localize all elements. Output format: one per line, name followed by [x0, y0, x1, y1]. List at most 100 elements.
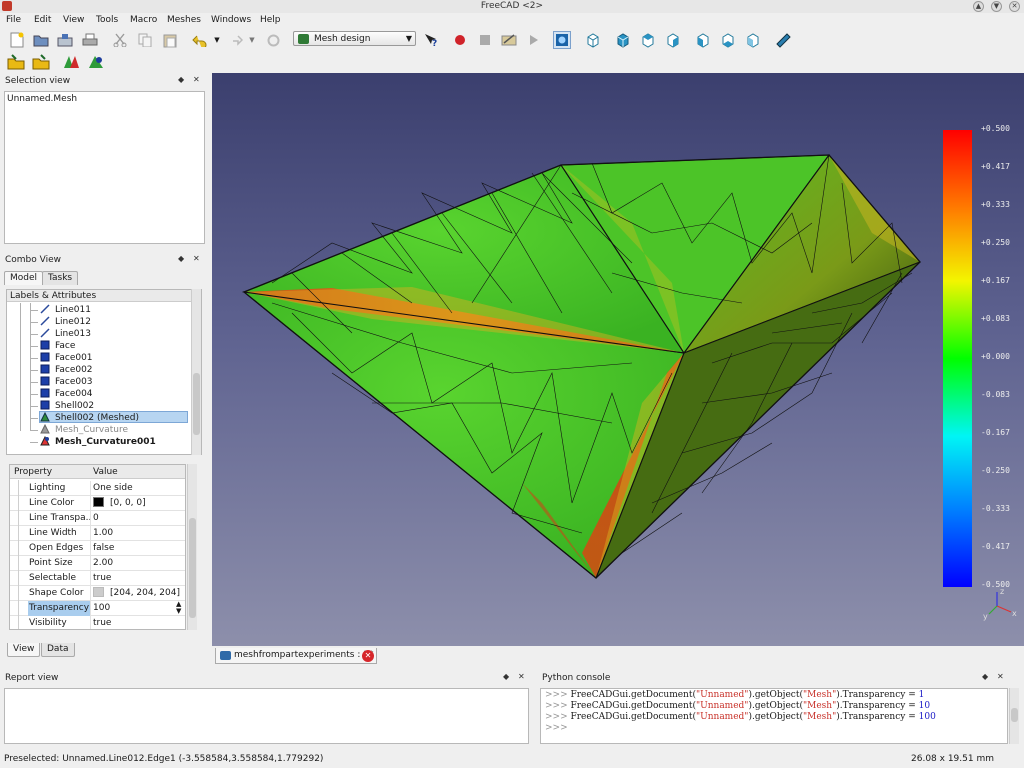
- property-row-open-edges[interactable]: Open Edges false: [10, 541, 185, 556]
- tab-view[interactable]: View: [7, 643, 41, 657]
- curvature-info-icon[interactable]: [87, 53, 105, 71]
- report-view-close-button[interactable]: ✕: [518, 672, 525, 681]
- tab-model[interactable]: Model: [4, 271, 44, 285]
- menu-view[interactable]: View: [63, 15, 84, 25]
- macro-stop-icon[interactable]: [476, 31, 494, 49]
- property-row-selectable[interactable]: Selectable true: [10, 571, 185, 586]
- paste-icon[interactable]: [161, 31, 179, 49]
- property-scroll-thumb[interactable]: [189, 518, 196, 618]
- menu-edit[interactable]: Edit: [34, 15, 51, 25]
- axonometric-view-icon[interactable]: [584, 31, 602, 49]
- menu-file[interactable]: File: [6, 15, 21, 25]
- macro-edit-icon[interactable]: [500, 31, 518, 49]
- property-row-line-color[interactable]: Line Color [0, 0, 0]: [10, 496, 185, 511]
- top-view-icon[interactable]: [639, 31, 657, 49]
- console-scrollbar[interactable]: [1009, 688, 1019, 744]
- property-row-lighting[interactable]: Lighting One side: [10, 481, 185, 496]
- right-view-icon[interactable]: [664, 31, 682, 49]
- refresh-icon[interactable]: [264, 31, 282, 49]
- window-close-button[interactable]: ✕: [1009, 1, 1020, 12]
- tree-item-shell002-meshed[interactable]: Shell002 (Meshed): [39, 411, 188, 423]
- window-shade-button[interactable]: ▲: [973, 1, 984, 12]
- left-view-icon[interactable]: [744, 31, 762, 49]
- console-scroll-thumb[interactable]: [1011, 708, 1018, 722]
- whats-this-icon[interactable]: ?: [422, 31, 440, 49]
- property-row-transparency[interactable]: Transparency 100 ▲ ▼: [10, 601, 185, 616]
- tree-item-line012[interactable]: Line012: [40, 316, 91, 328]
- property-row-visibility[interactable]: Visibility true: [10, 616, 185, 629]
- spinbox-arrows-icon[interactable]: ▲ ▼: [176, 601, 181, 615]
- document-tab[interactable]: meshfrompartexperiments : 1* ✕: [215, 648, 377, 664]
- export-mesh-icon[interactable]: [32, 53, 50, 71]
- import-mesh-icon[interactable]: [7, 53, 25, 71]
- 3d-viewport[interactable]: x y z: [212, 73, 1024, 646]
- property-row-shape-color[interactable]: Shape Color [204, 204, 204]: [10, 586, 185, 601]
- python-console-close-button[interactable]: ✕: [997, 672, 1004, 681]
- selection-view-close-button[interactable]: ✕: [193, 75, 200, 84]
- combo-view-float-button[interactable]: ◆: [178, 254, 184, 263]
- chevron-down-icon: ▼: [405, 34, 412, 43]
- macro-run-icon[interactable]: [525, 31, 543, 49]
- tab-data[interactable]: Data: [41, 643, 75, 657]
- tree-item-line013[interactable]: Line013: [40, 328, 91, 340]
- property-row-line-width[interactable]: Line Width 1.00: [10, 526, 185, 541]
- python-console-panel[interactable]: >>> FreeCADGui.getDocument("Unnamed").ge…: [540, 688, 1008, 744]
- console-line: >>> FreeCADGui.getDocument("Unnamed").ge…: [545, 690, 925, 700]
- window-maximize-button[interactable]: ▼: [991, 1, 1002, 12]
- copy-icon[interactable]: [136, 31, 154, 49]
- mesh-render[interactable]: x y z: [212, 73, 1024, 646]
- tree-item-line011[interactable]: Line011: [40, 304, 91, 316]
- cube-icon: [40, 364, 50, 374]
- tree-item-mesh-curvature[interactable]: Mesh_Curvature: [40, 423, 128, 436]
- tree-item-mesh-curvature001[interactable]: Mesh_Curvature001: [40, 435, 156, 448]
- tab-tasks[interactable]: Tasks: [42, 271, 79, 285]
- fit-all-icon[interactable]: [553, 31, 571, 49]
- value-column-header: Value: [93, 467, 118, 477]
- shape-color-swatch: [93, 587, 104, 597]
- property-row-point-size[interactable]: Point Size 2.00: [10, 556, 185, 571]
- selection-view-panel[interactable]: Unnamed.Mesh: [4, 91, 205, 244]
- selection-item[interactable]: Unnamed.Mesh: [7, 94, 77, 104]
- cut-icon[interactable]: [111, 31, 129, 49]
- menu-help[interactable]: Help: [260, 15, 281, 25]
- python-console-float-button[interactable]: ◆: [982, 672, 988, 681]
- rear-view-icon[interactable]: [694, 31, 712, 49]
- tree-item-face002[interactable]: Face002: [40, 364, 93, 376]
- combo-view-close-button[interactable]: ✕: [193, 254, 200, 263]
- undo-icon[interactable]: [191, 31, 209, 49]
- print-icon[interactable]: [81, 31, 99, 49]
- property-row-line-transparency[interactable]: Line Transpa... 0: [10, 511, 185, 526]
- transparency-spinbox[interactable]: 100: [93, 601, 110, 616]
- undo-dropdown-icon[interactable]: ▼: [208, 31, 226, 49]
- menu-macro[interactable]: Macro: [130, 15, 157, 25]
- tree-scrollbar[interactable]: [191, 289, 201, 455]
- save-icon[interactable]: [56, 31, 74, 49]
- redo-dropdown-icon[interactable]: ▼: [243, 31, 261, 49]
- report-view-float-button[interactable]: ◆: [503, 672, 509, 681]
- tree-scroll-thumb[interactable]: [193, 373, 200, 435]
- menu-windows[interactable]: Windows: [211, 15, 251, 25]
- front-view-icon[interactable]: [614, 31, 632, 49]
- bottom-view-icon[interactable]: [719, 31, 737, 49]
- mesh-from-shape-icon[interactable]: [62, 53, 80, 71]
- menu-meshes[interactable]: Meshes: [167, 15, 201, 25]
- close-tab-icon[interactable]: ✕: [362, 650, 374, 662]
- report-view-panel[interactable]: [4, 688, 529, 744]
- property-editor[interactable]: Property Value Lighting One side Line Col…: [9, 464, 186, 630]
- tree-item-face003[interactable]: Face003: [40, 376, 93, 388]
- measure-distance-icon[interactable]: [774, 31, 792, 49]
- tree-item-face[interactable]: Face: [40, 340, 75, 352]
- macro-record-icon[interactable]: [451, 31, 469, 49]
- new-document-icon[interactable]: [8, 31, 26, 49]
- tree-item-face004[interactable]: Face004: [40, 388, 93, 400]
- redo-icon[interactable]: [226, 31, 244, 49]
- property-header: Property Value: [10, 465, 185, 479]
- line-color-swatch: [93, 497, 104, 507]
- open-folder-icon[interactable]: [32, 31, 50, 49]
- tree-item-face001[interactable]: Face001: [40, 352, 93, 364]
- menu-tools[interactable]: Tools: [96, 15, 118, 25]
- workbench-selector[interactable]: Mesh design ▼: [293, 31, 416, 46]
- selection-view-float-button[interactable]: ◆: [178, 75, 184, 84]
- console-input-line[interactable]: >>>: [545, 723, 568, 733]
- property-scrollbar[interactable]: [187, 464, 197, 630]
